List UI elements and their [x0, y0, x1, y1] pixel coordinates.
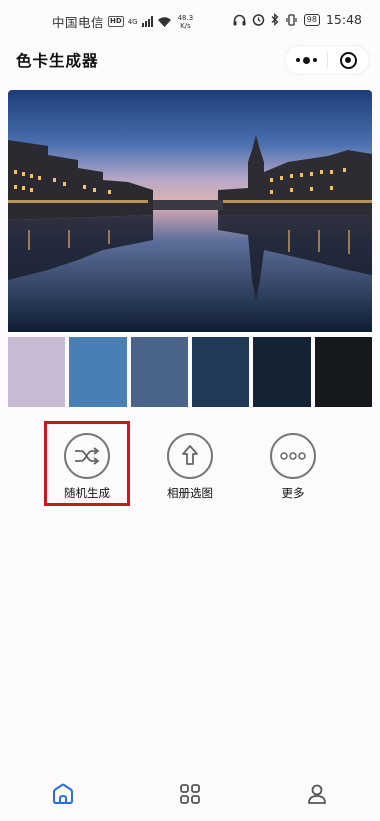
vibrate-icon — [286, 13, 297, 26]
carrier-name: 中国电信 — [52, 15, 105, 30]
bluetooth-icon — [271, 13, 279, 26]
network-type: 4G — [127, 17, 138, 26]
source-photo[interactable] — [8, 90, 372, 332]
album-select-button[interactable]: 相册选图 — [150, 425, 230, 501]
wifi-icon — [157, 16, 171, 27]
color-swatch-4[interactable] — [191, 337, 250, 407]
speed-unit: K/s — [180, 21, 191, 30]
more-menu-button[interactable] — [285, 46, 327, 74]
battery-icon: 98 — [303, 13, 320, 26]
speed-value: 48.3 — [177, 13, 194, 22]
signal-icon — [141, 16, 153, 27]
color-swatch-5[interactable] — [253, 337, 311, 407]
more-label: 更多 — [281, 486, 305, 500]
user-icon — [307, 784, 326, 804]
tab-profile[interactable] — [297, 774, 337, 814]
album-select-label: 相册选图 — [167, 486, 213, 500]
tab-grid[interactable] — [170, 774, 210, 814]
status-bar: 中国电信 HD 4G 48.3 K/s 98 15:48 — [0, 0, 380, 38]
title-bar: 色卡生成器 — [0, 38, 380, 82]
bottom-tab-bar — [0, 767, 380, 821]
random-generate-button[interactable]: 随机生成 — [47, 425, 127, 501]
network-speed: 48.3 K/s — [178, 14, 194, 30]
color-swatch-6[interactable] — [314, 337, 372, 407]
color-swatch-3[interactable] — [130, 337, 188, 407]
more-dots-icon — [270, 433, 316, 479]
grid-icon — [180, 784, 200, 804]
target-icon — [339, 51, 357, 69]
close-button[interactable] — [328, 46, 369, 74]
tab-home[interactable] — [43, 774, 83, 814]
random-generate-label: 随机生成 — [64, 486, 110, 500]
mini-program-capsule — [284, 45, 370, 75]
home-icon — [53, 783, 74, 804]
shuffle-icon — [64, 433, 110, 479]
city-canal-image — [8, 90, 372, 332]
page-title: 色卡生成器 — [16, 52, 99, 70]
color-palette — [8, 337, 372, 407]
hd-badge: HD — [108, 16, 124, 27]
headphones-icon — [233, 14, 246, 25]
more-button[interactable]: 更多 — [253, 425, 333, 501]
color-swatch-1[interactable] — [8, 337, 66, 407]
color-swatch-2[interactable] — [69, 337, 127, 407]
clock: 15:48 — [325, 12, 362, 27]
alarm-icon — [252, 14, 265, 26]
upload-icon — [167, 433, 213, 479]
